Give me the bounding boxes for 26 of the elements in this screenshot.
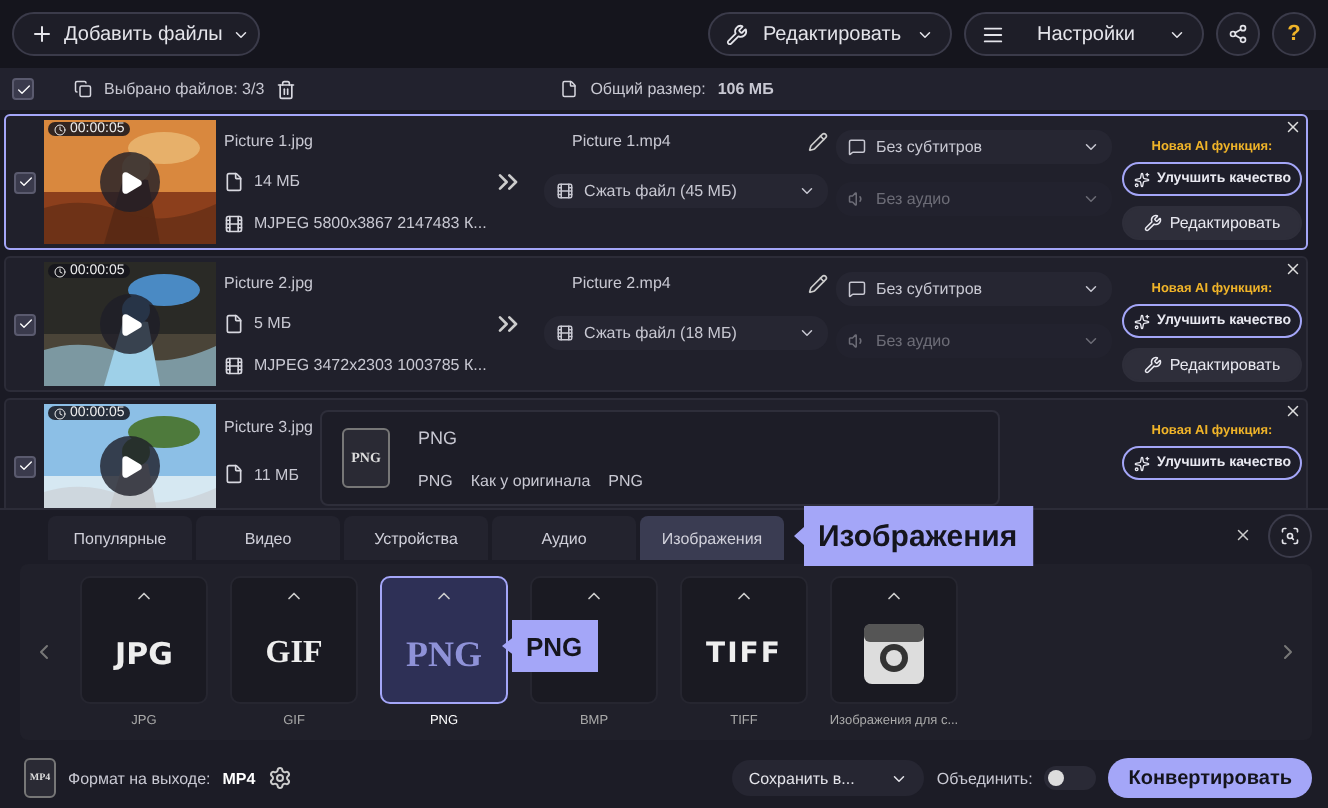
- format-logo: TIFF: [706, 640, 782, 668]
- output-format-label: Формат на выходе:: [68, 769, 211, 787]
- format-logo: GIF: [265, 638, 323, 670]
- format-tooltip: PNG: [502, 620, 599, 672]
- tab-tooltip: Изображения: [794, 506, 1034, 566]
- popup-detail: PNG: [418, 471, 453, 489]
- popup-title: PNG: [418, 427, 460, 447]
- total-size-label: Общий размер:: [590, 80, 706, 98]
- format-logo: PNG: [406, 636, 482, 672]
- codec-info: MJPEG 5800x3867 2147483 К...: [254, 214, 487, 232]
- codec-info: MJPEG 3472x2303 1003785 К...: [254, 356, 487, 374]
- output-format-value: MP4: [222, 769, 256, 787]
- source-file-name: Picture 3.jpg: [224, 418, 315, 437]
- output-file-name: Picture 1.mp4: [572, 132, 671, 151]
- output-file-name: Picture 2.mp4: [572, 274, 671, 293]
- source-file-name: Picture 2.jpg: [224, 273, 315, 291]
- source-file-size: 11 МБ: [254, 465, 299, 484]
- total-size-value: 106 МБ: [717, 80, 774, 98]
- format-logo: JPG: [115, 639, 173, 669]
- source-file-size: 5 МБ: [254, 314, 292, 332]
- selected-count: Выбрано файлов: 3/3: [104, 80, 265, 98]
- popup-detail: PNG: [608, 471, 643, 489]
- merge-label: Объединить:: [936, 769, 1033, 787]
- source-file-size: 14 МБ: [254, 172, 301, 190]
- popup-detail: Как у оригинала: [470, 471, 591, 489]
- source-file-name: Picture 1.jpg: [224, 131, 315, 149]
